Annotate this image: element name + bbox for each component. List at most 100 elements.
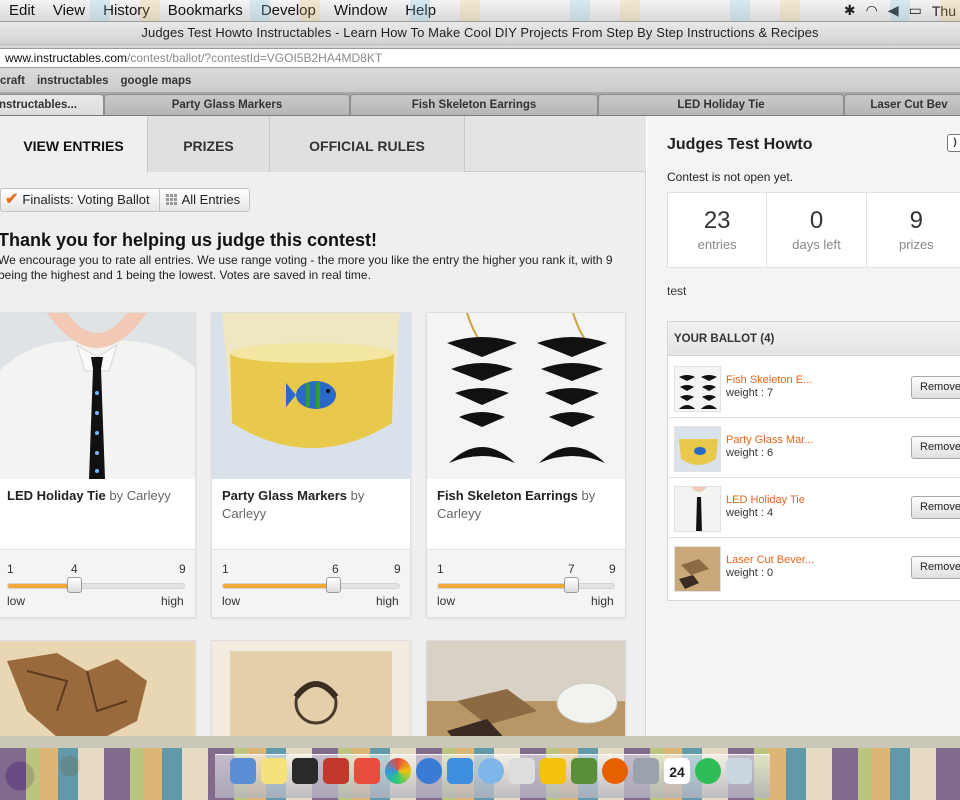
entry-title-line: LED Holiday Tie by Carleyy: [7, 487, 193, 505]
minecraft-icon[interactable]: [571, 758, 597, 784]
entry-title-line: Party Glass Markers by Carleyy: [222, 487, 408, 523]
ballot-item-laser-cut: Laser Cut Bever... weight : 0 Remove: [668, 538, 960, 598]
rating-low-label: low: [222, 594, 241, 608]
stat-caption: prizes: [899, 237, 934, 252]
entry-image-led-holiday-tie[interactable]: [0, 313, 195, 479]
menu-develop[interactable]: Develop: [252, 2, 325, 19]
wordpress-icon[interactable]: [540, 758, 566, 784]
rating-fill: [438, 584, 572, 588]
menu-edit[interactable]: Edit: [0, 2, 44, 19]
entry-title[interactable]: Party Glass Markers: [222, 488, 347, 503]
rating-min-label: 1: [7, 562, 14, 576]
remove-button[interactable]: Remove: [911, 556, 960, 579]
rating-value-label: 7: [568, 562, 575, 576]
rating-high-label: high: [161, 594, 184, 608]
entry-card-map: [0, 640, 196, 736]
remove-button[interactable]: Remove: [911, 496, 960, 519]
finder-icon[interactable]: [230, 758, 256, 784]
rating-slider-handle[interactable]: [563, 577, 579, 593]
menu-history[interactable]: History: [94, 2, 159, 19]
safari-icon[interactable]: [478, 758, 504, 784]
preview-icon[interactable]: [509, 758, 535, 784]
bluetooth-icon[interactable]: ✱: [844, 2, 856, 19]
address-bar: www.instructables.com/contest/ballot/?co…: [0, 44, 960, 70]
url-field[interactable]: www.instructables.com/contest/ballot/?co…: [0, 48, 960, 68]
entry-image-laser-cut-coasters[interactable]: [427, 641, 625, 736]
remove-button[interactable]: Remove: [911, 436, 960, 459]
volume-icon[interactable]: ◀: [888, 2, 899, 19]
picasa-icon[interactable]: [385, 758, 411, 784]
entries-panel: VIEW ENTRIES PRIZES OFFICIAL RULES ✔ Fin…: [0, 116, 646, 736]
entry-author[interactable]: by Carleyy: [106, 488, 170, 503]
tab-official-rules[interactable]: OFFICIAL RULES: [270, 116, 465, 172]
firefox-icon[interactable]: [602, 758, 628, 784]
rating-slider-handle[interactable]: [326, 577, 342, 593]
rating-fill: [223, 584, 335, 588]
ballot-entry-link[interactable]: LED Holiday Tie: [726, 494, 805, 506]
trash-icon[interactable]: [726, 758, 752, 784]
entry-image-party-glass-markers[interactable]: [212, 313, 410, 479]
ballot-thumb[interactable]: [674, 486, 721, 532]
rating-max-label: 9: [394, 562, 401, 576]
rating-track[interactable]: [222, 583, 400, 589]
rating-slider-handle[interactable]: [66, 577, 82, 593]
ballot-entry-link[interactable]: Laser Cut Bever...: [726, 554, 814, 566]
finalists-voting-ballot-button[interactable]: ✔ Finalists: Voting Ballot: [0, 188, 160, 212]
window-title: Judges Test Howto Instructables - Learn …: [0, 22, 960, 44]
ballot-heading: YOUR BALLOT (4): [668, 322, 960, 356]
entry-title[interactable]: LED Holiday Tie: [7, 488, 106, 503]
contest-tabs: VIEW ENTRIES PRIZES OFFICIAL RULES: [0, 116, 646, 173]
ballot-entry-link[interactable]: Party Glass Mar...: [726, 434, 813, 446]
entry-image-fish-skeleton-earrings[interactable]: [427, 313, 625, 479]
menu-help[interactable]: Help: [396, 2, 445, 19]
stat-number: 9: [909, 207, 924, 234]
ballot-entry-link[interactable]: Fish Skeleton E...: [726, 374, 812, 386]
rating-track[interactable]: [437, 583, 615, 589]
browser-tab-instructables[interactable]: nstructables...: [0, 94, 104, 115]
browser-tab-led-holiday-tie[interactable]: LED Holiday Tie: [598, 94, 844, 115]
ballot-thumb[interactable]: [674, 546, 721, 592]
calendar-icon[interactable]: 24: [664, 758, 690, 784]
stickies-icon[interactable]: [261, 758, 287, 784]
rating-slider-panel: 1 6 9 low high: [212, 549, 410, 617]
bookmark-google-maps[interactable]: google maps: [115, 75, 198, 87]
rating-high-label: high: [376, 594, 399, 608]
bookmark-instructables[interactable]: instructables: [31, 75, 115, 87]
ballot-entry-weight: weight : 7: [726, 387, 774, 399]
rating-fill: [8, 584, 75, 588]
itunes-icon[interactable]: [416, 758, 442, 784]
battery-icon[interactable]: ▭: [909, 2, 922, 19]
remove-button[interactable]: Remove: [911, 376, 960, 399]
activity-monitor-icon[interactable]: [292, 758, 318, 784]
menu-view[interactable]: View: [44, 2, 94, 19]
entry-card-portrait: [211, 640, 411, 736]
grid-icon: [165, 194, 178, 206]
wifi-icon[interactable]: ◠: [866, 2, 878, 19]
ballot-thumb[interactable]: [674, 426, 721, 472]
contest-sidebar: Judges Test Howto ) Contest is not open …: [647, 116, 960, 736]
tab-prizes[interactable]: PRIZES: [148, 116, 270, 172]
entry-image-portrait[interactable]: [212, 641, 410, 736]
browser-tab-party-glass-markers[interactable]: Party Glass Markers: [104, 94, 350, 115]
tab-view-entries[interactable]: VIEW ENTRIES: [0, 116, 148, 173]
photo-icon[interactable]: [323, 758, 349, 784]
bookmark-craft[interactable]: craft: [0, 75, 31, 87]
rating-track[interactable]: [7, 583, 185, 589]
entry-title[interactable]: Fish Skeleton Earrings: [437, 488, 578, 503]
menu-bookmarks[interactable]: Bookmarks: [159, 2, 252, 19]
app-store-icon[interactable]: [447, 758, 473, 784]
browser-tab-laser-cut[interactable]: Laser Cut Bev: [844, 94, 960, 115]
all-entries-button[interactable]: All Entries: [159, 188, 251, 212]
entry-image-map[interactable]: [0, 641, 195, 736]
spotify-icon[interactable]: [695, 758, 721, 784]
rating-low-label: low: [7, 594, 26, 608]
menu-window[interactable]: Window: [325, 2, 396, 19]
photo-booth-icon[interactable]: [354, 758, 380, 784]
rss-icon[interactable]: ): [947, 134, 960, 152]
ballot-thumb[interactable]: [674, 366, 721, 412]
calculator-icon[interactable]: [633, 758, 659, 784]
browser-tab-fish-skeleton-earrings[interactable]: Fish Skeleton Earrings: [350, 94, 598, 115]
clock[interactable]: Thu: [932, 3, 956, 19]
entry-filter-group: ✔ Finalists: Voting Ballot All Entries: [0, 188, 251, 212]
your-ballot-panel: YOUR BALLOT (4) Fish Skeleton E... weigh…: [667, 321, 960, 601]
